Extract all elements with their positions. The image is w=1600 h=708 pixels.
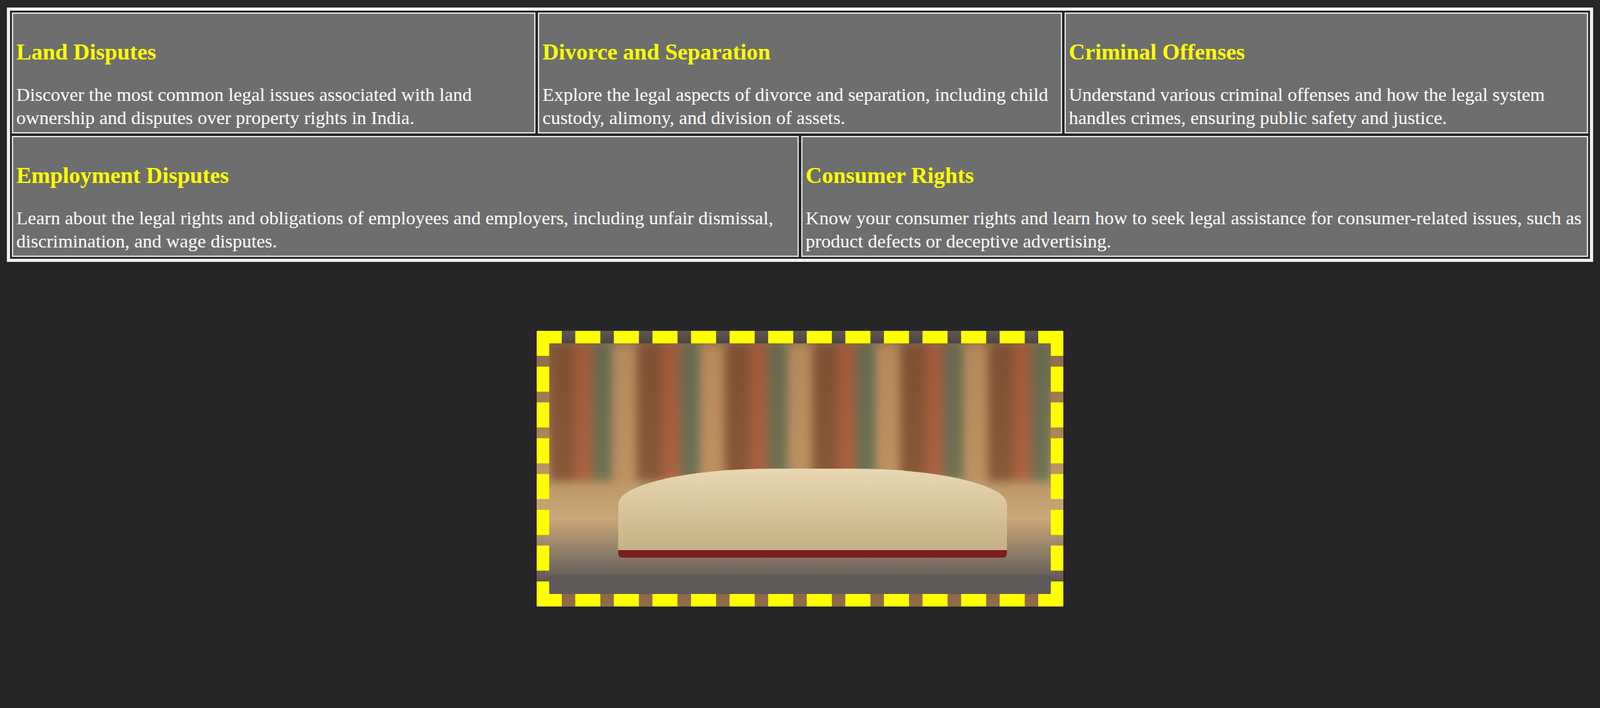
topic-description: Understand various criminal offenses and… xyxy=(1068,83,1584,130)
topic-cell[interactable]: Consumer Rights Know your consumer rights… xyxy=(801,136,1589,258)
topic-row: Employment Disputes Learn about the legal… xyxy=(11,136,1589,258)
topic-description: Explore the legal aspects of divorce and… xyxy=(542,83,1058,130)
topic-title: Consumer Rights xyxy=(805,162,1584,190)
book-shape xyxy=(618,468,1007,558)
topic-title: Land Disputes xyxy=(16,38,532,66)
topic-cell[interactable]: Employment Disputes Learn about the legal… xyxy=(11,136,799,258)
topic-description: Know your consumer rights and learn how … xyxy=(805,206,1584,254)
topic-row: Land Disputes Discover the most common le… xyxy=(11,12,1589,134)
topic-cell[interactable]: Divorce and Separation Explore the legal … xyxy=(537,12,1062,134)
justice-photo xyxy=(536,331,1064,607)
topic-title: Employment Disputes xyxy=(16,162,795,190)
topic-cell[interactable]: Criminal Offenses Understand various crim… xyxy=(1064,12,1589,134)
page: Land Disputes Discover the most common le… xyxy=(0,0,1600,708)
topic-description: Learn about the legal rights and obligat… xyxy=(16,206,795,254)
topic-cell[interactable]: Land Disputes Discover the most common le… xyxy=(11,12,536,134)
topic-description: Discover the most common legal issues as… xyxy=(16,83,532,130)
table-shape xyxy=(549,575,1051,595)
image-frame xyxy=(6,331,1594,607)
topic-title: Criminal Offenses xyxy=(1068,38,1584,66)
bookshelf-blur xyxy=(549,343,1051,482)
topic-title: Divorce and Separation xyxy=(542,38,1058,66)
topic-table: Land Disputes Discover the most common le… xyxy=(6,7,1594,263)
